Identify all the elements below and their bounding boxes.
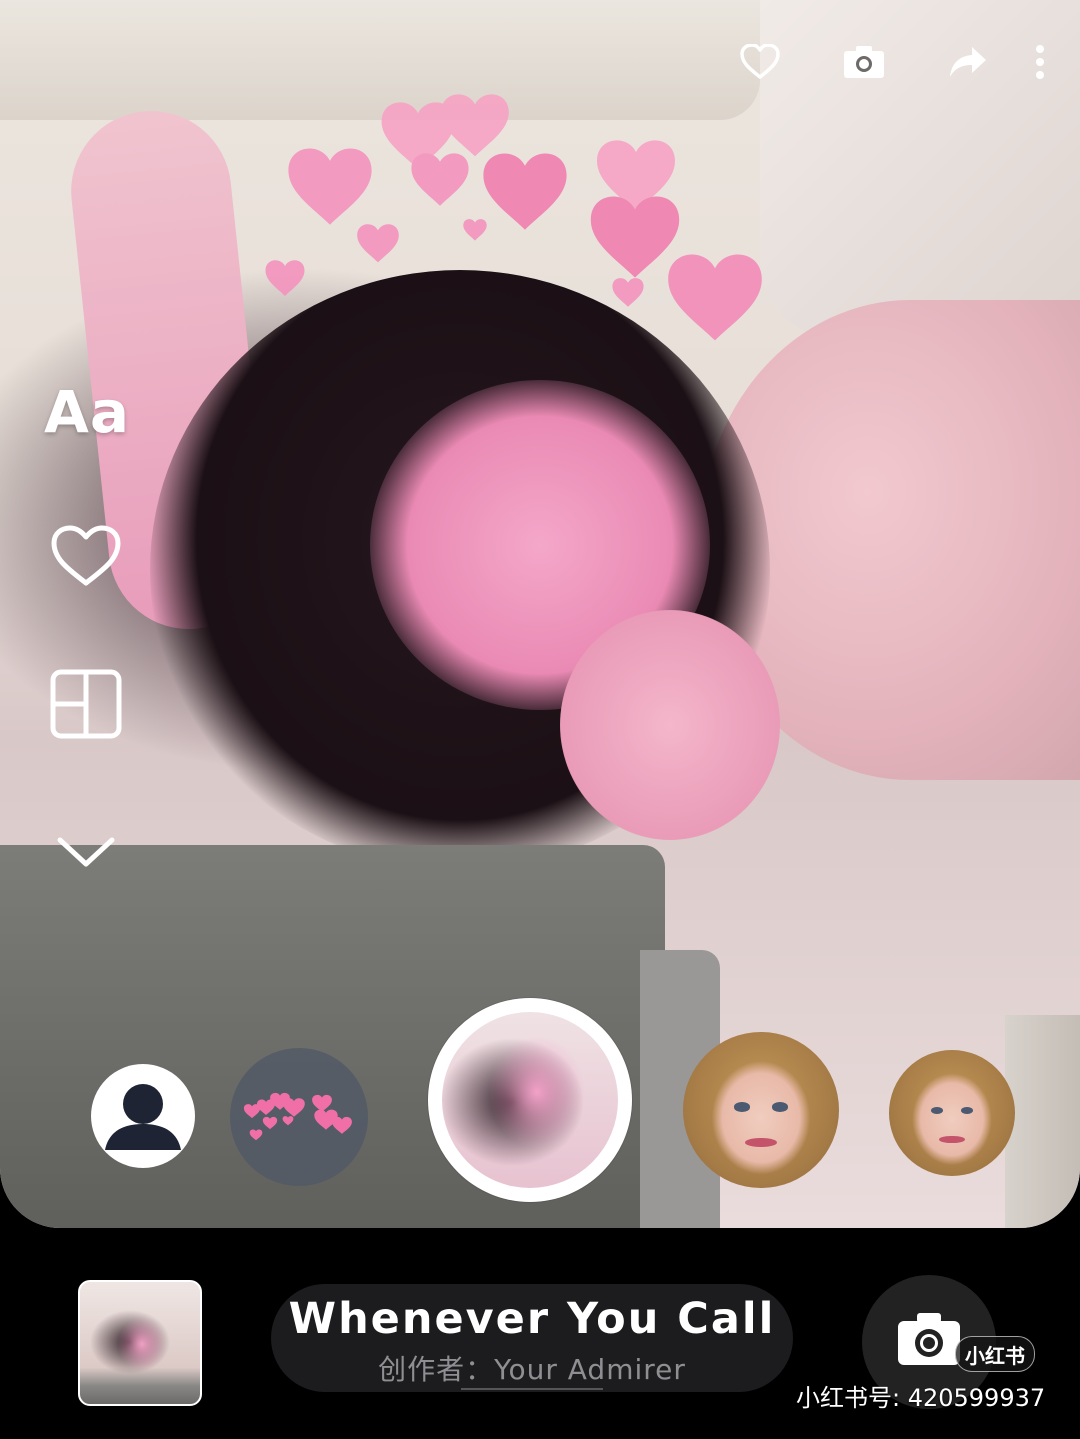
- heart-outline-icon: [740, 44, 780, 79]
- heart-outline-icon: [51, 525, 121, 586]
- background-frame: [1005, 1015, 1080, 1228]
- gallery-thumbnail[interactable]: [78, 1280, 202, 1406]
- top-toolbar: [708, 38, 1060, 86]
- hearts-filter-icon: [243, 1092, 352, 1141]
- portrait-eye: [960, 1106, 974, 1115]
- layout-tool-button[interactable]: [46, 668, 126, 740]
- portrait-eye: [734, 1102, 751, 1112]
- more-button[interactable]: [1020, 38, 1060, 86]
- portrait-eye: [771, 1102, 788, 1112]
- portrait-eye: [930, 1106, 944, 1115]
- more-vertical-icon: [1036, 45, 1044, 79]
- music-selector[interactable]: Whenever You Call 创作者：Your Admirer: [271, 1284, 793, 1392]
- watermark-account: 小红书号: 420599937: [796, 1384, 1046, 1412]
- watermark-badge: 小红书: [955, 1336, 1035, 1372]
- music-author: 创作者：Your Admirer: [378, 1353, 686, 1386]
- camera-icon: [844, 46, 884, 78]
- subject-hand: [560, 610, 780, 840]
- selected-filter-preview: [442, 1012, 618, 1188]
- favorite-button[interactable]: [708, 38, 812, 86]
- expand-tools-button[interactable]: [46, 816, 126, 888]
- filter-none[interactable]: [91, 1064, 195, 1168]
- user-silhouette-icon: [105, 1084, 181, 1150]
- portrait-lips: [745, 1138, 777, 1148]
- share-button[interactable]: [916, 38, 1020, 86]
- music-underline: [461, 1388, 603, 1390]
- flip-camera-button[interactable]: [812, 38, 916, 86]
- beauty-tool-button[interactable]: [46, 520, 126, 592]
- chevron-down-icon: [57, 837, 115, 867]
- music-title: Whenever You Call: [288, 1294, 776, 1344]
- layout-icon: [50, 669, 122, 739]
- filter-portrait-1[interactable]: [683, 1032, 839, 1188]
- filter-portrait-2[interactable]: [889, 1050, 1015, 1176]
- text-tool-button[interactable]: Aa: [44, 378, 130, 446]
- share-icon: [950, 47, 986, 77]
- filter-selected[interactable]: [428, 998, 632, 1202]
- filter-hearts[interactable]: [230, 1048, 368, 1186]
- portrait-lips: [939, 1135, 965, 1144]
- hearts-sticker: [265, 94, 762, 341]
